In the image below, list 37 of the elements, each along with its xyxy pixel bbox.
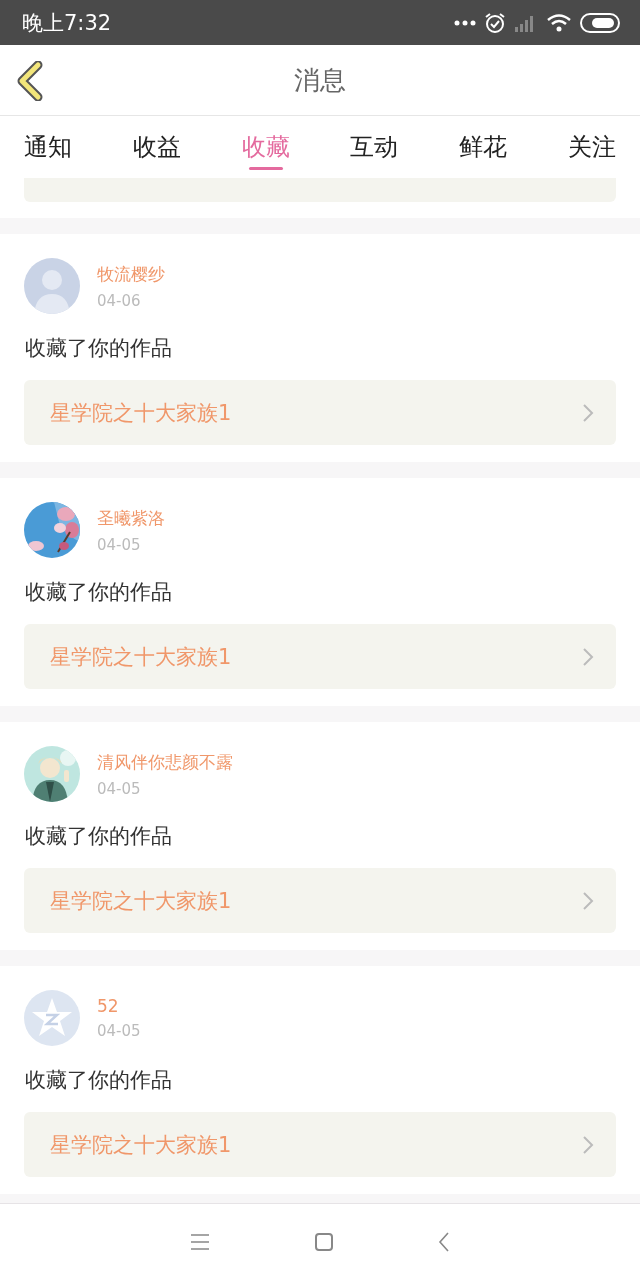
home-button[interactable] <box>314 1232 334 1252</box>
chevron-right-icon <box>582 890 594 911</box>
back-nav-button[interactable] <box>438 1232 450 1252</box>
avatar <box>24 258 80 314</box>
status-time: 晚上7:32 <box>22 9 112 37</box>
tab[interactable]: 鲜花 <box>459 116 508 178</box>
tab[interactable]: 关注 <box>568 116 616 178</box>
wifi-icon <box>546 12 572 33</box>
battery-icon <box>580 12 620 33</box>
user-name[interactable]: 圣曦紫洛 <box>97 506 165 530</box>
tab[interactable]: 收藏 <box>241 116 290 178</box>
message-date: 04-06 <box>97 291 142 310</box>
page-title: 消息 <box>294 63 346 97</box>
work-link[interactable]: 星学院之十大家族1 <box>24 1112 616 1177</box>
alarm-icon <box>484 11 506 34</box>
work-link[interactable]: 星学院之十大家族1 <box>24 868 616 933</box>
user-name[interactable]: 牧流樱纱 <box>97 262 165 286</box>
work-link[interactable]: 星学院之十大家族1 <box>24 624 616 689</box>
star-avatar-icon <box>24 990 80 1046</box>
chevron-right-icon <box>582 646 594 667</box>
user-name[interactable]: 清风伴你悲颜不露 <box>97 750 233 774</box>
work-link[interactable]: 星学院之十大家族1 <box>24 380 616 445</box>
tab[interactable]: 收益 <box>132 116 181 178</box>
menu-button[interactable] <box>190 1233 210 1251</box>
message-date: 04-05 <box>97 1022 141 1040</box>
more-icon <box>454 19 476 26</box>
tab[interactable]: 通知 <box>24 116 72 178</box>
user-name[interactable]: 52 <box>97 996 141 1016</box>
message-text: 收藏了你的作品 <box>25 579 173 606</box>
message-text: 收藏了你的作品 <box>25 335 173 362</box>
chevron-right-icon <box>582 1134 594 1155</box>
tab[interactable]: 互动 <box>350 116 399 178</box>
chevron-right-icon <box>582 402 594 423</box>
message-text: 收藏了你的作品 <box>25 823 173 850</box>
message-date: 04-05 <box>97 535 142 554</box>
message-date: 04-05 <box>97 779 142 798</box>
message-text: 收藏了你的作品 <box>25 1067 173 1094</box>
